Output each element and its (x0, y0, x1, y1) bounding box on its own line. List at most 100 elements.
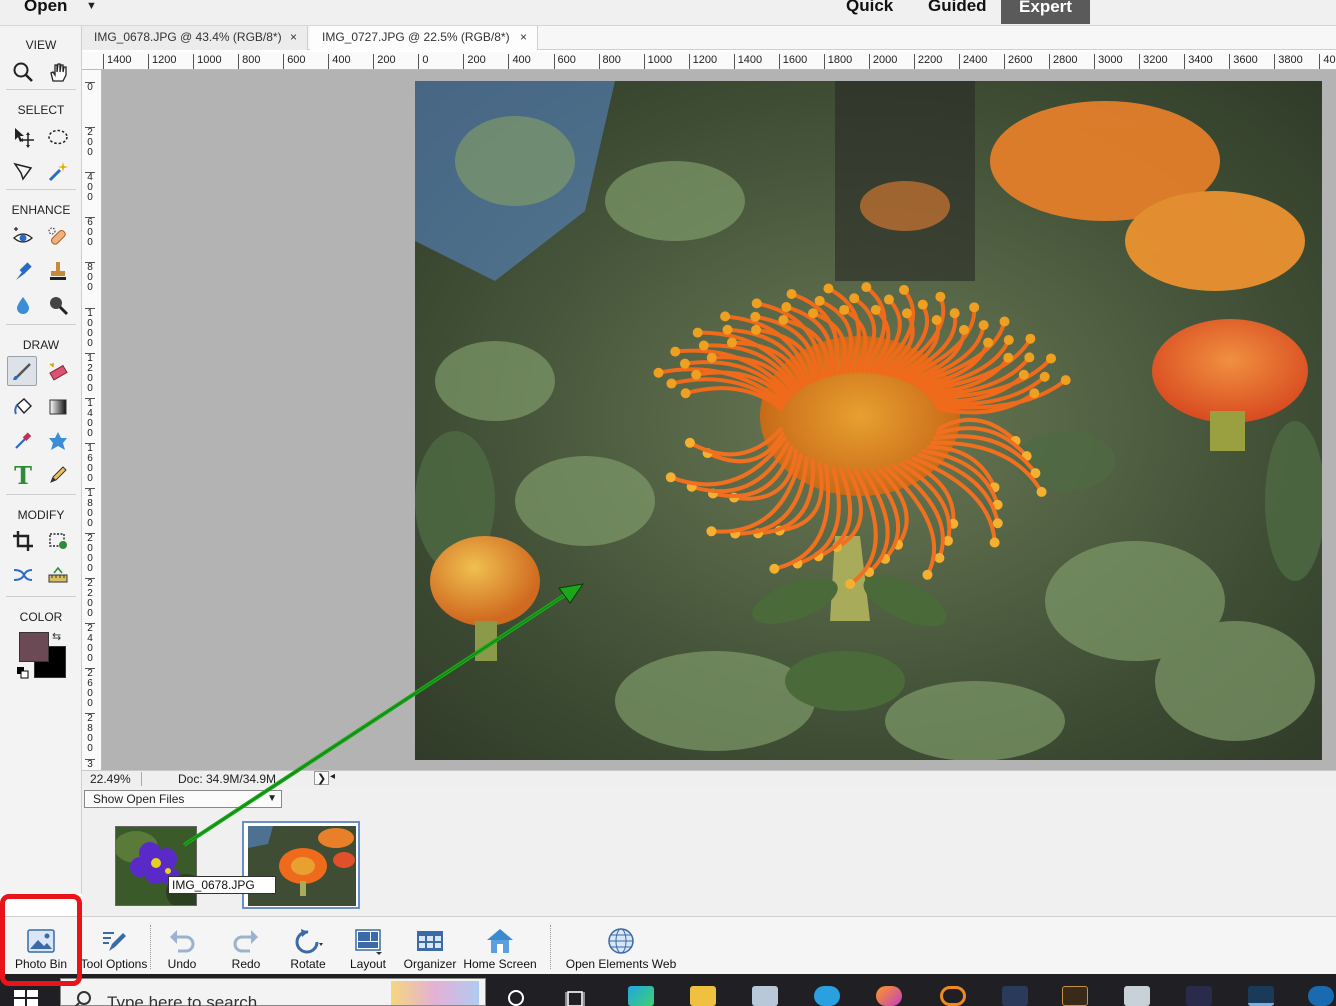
ruler-h-label: 0 (418, 54, 428, 69)
canvas-area[interactable] (102, 70, 1336, 770)
telegram-icon[interactable] (814, 986, 840, 1006)
eraser-tool-icon[interactable] (43, 357, 73, 387)
flower-filament-tip (870, 304, 881, 315)
premiere-elements-icon[interactable] (1186, 986, 1212, 1006)
open-button[interactable]: Open (24, 0, 67, 16)
organizer-button[interactable]: Organizer (400, 917, 460, 975)
crop-tool-icon[interactable] (8, 526, 38, 556)
ruler-v-label: 1200 (85, 352, 95, 394)
content-aware-move-tool-icon[interactable] (8, 560, 38, 590)
tool-options-label: Tool Options (80, 957, 148, 971)
ruler-v-label: 1600 (85, 442, 95, 484)
close-icon[interactable]: × (290, 26, 297, 48)
open-elements-web-label: Open Elements Web (565, 957, 677, 971)
ruler-v-label: 1800 (85, 487, 95, 529)
zoom-tool-icon[interactable] (8, 57, 38, 87)
marquee-tool-icon[interactable] (43, 122, 73, 152)
firefox-icon[interactable] (876, 986, 902, 1006)
sponge-tool-icon[interactable] (43, 290, 73, 320)
flower-filament-tip (692, 327, 703, 338)
ruler-v-label: 0 (85, 82, 95, 93)
undo-icon (170, 930, 195, 953)
gradient-tool-icon[interactable] (43, 392, 73, 422)
tab-img-0727[interactable]: IMG_0727.JPG @ 22.5% (RGB/8*) × (310, 26, 538, 50)
eyedropper-tool-icon[interactable] (8, 426, 38, 456)
open-dropdown-icon[interactable]: ▼ (86, 0, 97, 12)
ruler-h-label: 1000 (643, 54, 672, 69)
flower-filament-tip (899, 284, 910, 295)
recompose-tool-icon[interactable] (43, 526, 73, 556)
show-open-files-dropdown[interactable]: Show Open Files ▼ (84, 790, 282, 808)
ruler-v-label: 2200 (85, 578, 95, 619)
windows-start-icon[interactable] (14, 990, 38, 1006)
document-image[interactable] (415, 81, 1322, 760)
zoom-level[interactable]: 22.49% (86, 772, 142, 786)
flower-filament-tip (679, 358, 690, 369)
photoshop-elements-window: Open ▼ Quick Guided Expert VIEW SELECT E… (0, 0, 1336, 1006)
ruler-h-label: 800 (598, 54, 621, 69)
clone-stamp-tool-icon[interactable] (43, 256, 73, 286)
flower-filament-tip (726, 337, 737, 348)
default-colors-icon[interactable] (17, 666, 29, 679)
thumbnail-img-0727[interactable] (242, 821, 360, 909)
straighten-tool-icon[interactable] (43, 560, 73, 590)
flower-filament-tip (1029, 388, 1040, 399)
ruler-v-label: 2000 (85, 533, 95, 574)
tab-label: IMG_0727.JPG @ 22.5% (RGB/8*) (322, 30, 510, 44)
open-elements-web-button[interactable]: Open Elements Web (560, 917, 682, 975)
lasso-tool-icon[interactable] (8, 156, 38, 186)
swap-colors-icon[interactable]: ⇆ (52, 630, 61, 643)
sync-icon[interactable] (1308, 986, 1334, 1006)
ruler-h-label: 3800 (1274, 54, 1303, 69)
mode-guided[interactable]: Guided (928, 0, 987, 16)
hand-tool-icon[interactable] (43, 57, 73, 87)
blur-tool-icon[interactable] (8, 290, 38, 320)
pencil-tool-icon[interactable] (43, 460, 73, 490)
red-eye-tool-icon[interactable] (8, 222, 38, 252)
custom-shape-tool-icon[interactable] (43, 426, 73, 456)
app-ring-icon[interactable] (940, 986, 966, 1006)
flower-filament-tip (750, 311, 761, 322)
toolbox: VIEW SELECT ENHANCE DRAW T MODIFY COLOR … (0, 26, 82, 894)
undo-button[interactable]: Undo (160, 917, 204, 975)
magic-wand-tool-icon[interactable] (43, 156, 73, 186)
task-view-search-icon[interactable] (504, 988, 528, 1006)
windows-search-box[interactable]: Type here to search (60, 978, 486, 1006)
tab-img-0678[interactable]: IMG_0678.JPG @ 43.4% (RGB/8*) × (82, 26, 308, 50)
smart-brush-tool-icon[interactable] (8, 256, 38, 286)
edge-icon[interactable] (628, 986, 654, 1006)
paint-bucket-tool-icon[interactable] (8, 392, 38, 422)
rotate-button[interactable]: Rotate (282, 917, 334, 975)
redo-button[interactable]: Redo (224, 917, 268, 975)
section-enhance-label: ENHANCE (11, 203, 71, 217)
scroll-left-icon[interactable]: ◂ (330, 771, 335, 782)
home-screen-button[interactable]: Home Screen (460, 917, 540, 975)
task-view-icon[interactable] (564, 988, 588, 1006)
mode-quick[interactable]: Quick (846, 0, 893, 16)
photoshop-elements-icon[interactable] (1248, 986, 1274, 1006)
flower-filament-tip (839, 304, 850, 315)
spot-healing-tool-icon[interactable] (43, 222, 73, 252)
ruler-h-label: 1800 (823, 54, 852, 69)
rotate-icon (295, 929, 323, 954)
move-tool-icon[interactable] (8, 122, 38, 152)
flower-filament-tip (922, 569, 933, 580)
flower-filament-tip (722, 324, 733, 335)
bridge-icon[interactable] (1062, 986, 1088, 1006)
app-icon[interactable] (752, 986, 778, 1006)
tool-options-button[interactable]: Tool Options (78, 917, 150, 975)
close-icon[interactable]: × (520, 26, 527, 48)
ruler-v-label: 600 (85, 217, 95, 248)
mode-expert[interactable]: Expert (1001, 0, 1090, 24)
layout-button[interactable]: Layout (344, 917, 392, 975)
section-view-label: VIEW (25, 38, 57, 52)
thumbnail-img-0678[interactable] (115, 826, 197, 906)
ruler-h-label: 3200 (1139, 54, 1168, 69)
monitor-app-icon[interactable] (1124, 986, 1150, 1006)
file-explorer-icon[interactable] (690, 986, 716, 1006)
status-menu-arrow-icon[interactable]: ❯ (314, 771, 330, 785)
type-tool-icon[interactable]: T (8, 460, 38, 490)
foreground-color-swatch[interactable] (19, 632, 49, 662)
brush-tool-icon[interactable] (7, 356, 37, 386)
elements-organizer-icon[interactable] (1002, 986, 1028, 1006)
